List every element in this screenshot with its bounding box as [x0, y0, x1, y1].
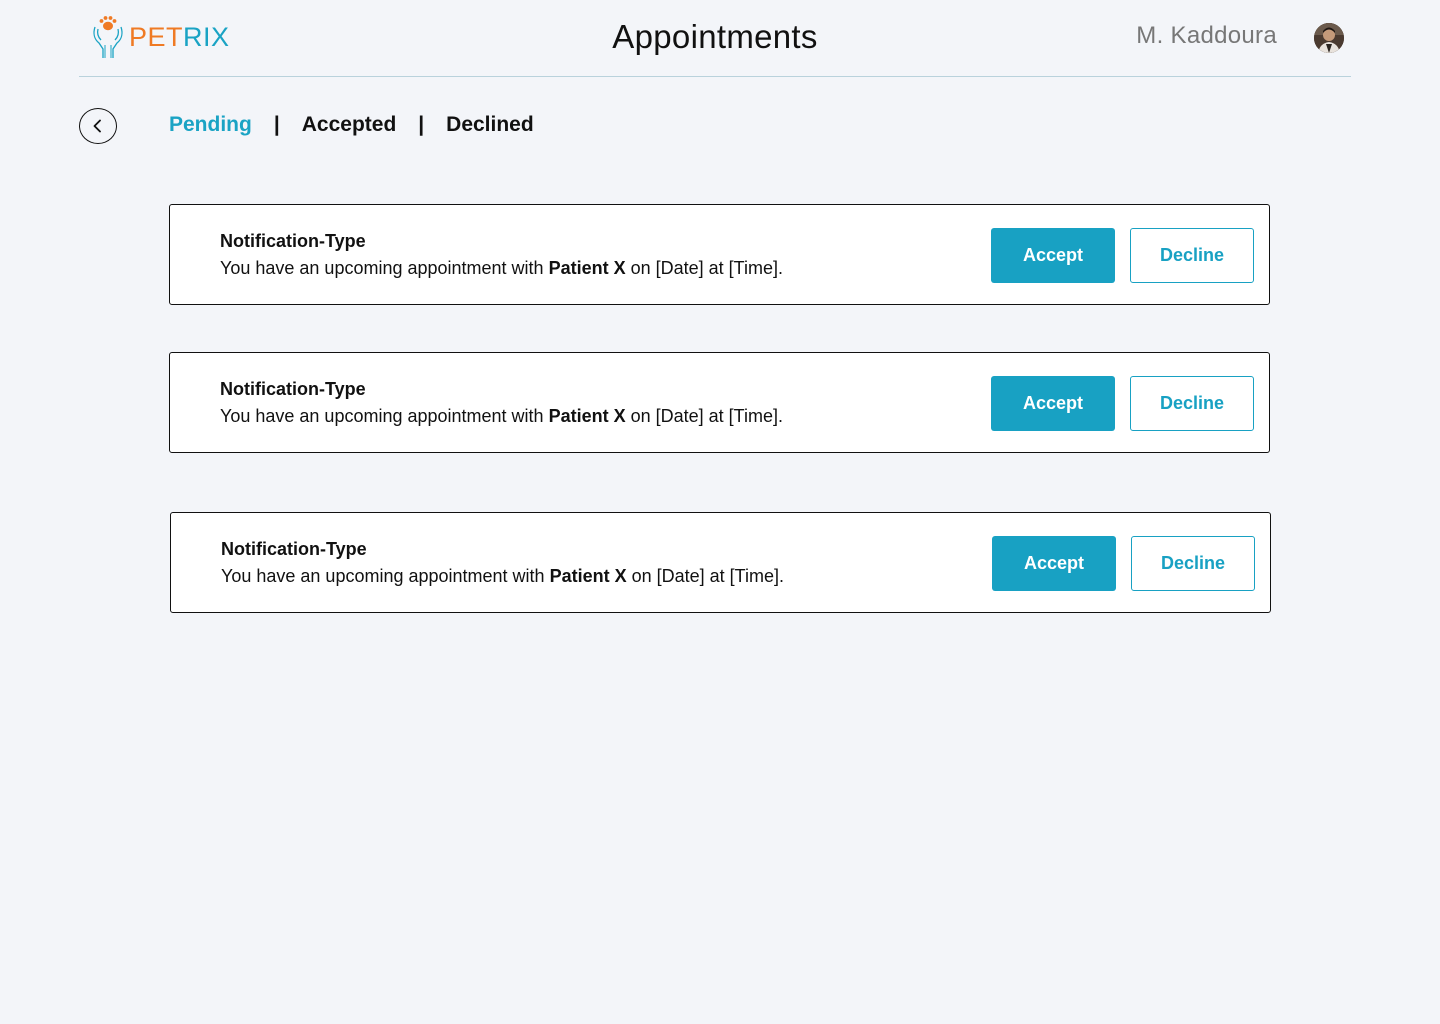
notification-message: You have an upcoming appointment with Pa… [220, 406, 783, 427]
status-tabs: Pending | Accepted | Declined [169, 113, 534, 137]
message-text: You have an upcoming appointment with [220, 258, 544, 278]
accept-button[interactable]: Accept [991, 228, 1115, 283]
patient-name: Patient X [548, 406, 626, 426]
chevron-left-icon [93, 119, 101, 133]
notification-type: Notification-Type [221, 539, 367, 559]
patient-name: Patient X [548, 258, 626, 278]
user-avatar[interactable] [1314, 23, 1344, 53]
decline-button[interactable]: Decline [1130, 376, 1254, 431]
notification-type: Notification-Type [220, 231, 366, 251]
accept-button[interactable]: Accept [991, 376, 1115, 431]
tab-separator: | [273, 113, 280, 136]
decline-button[interactable]: Decline [1131, 536, 1255, 591]
notification-card: Notification-Type You have an upcoming a… [169, 352, 1270, 453]
message-text: on [Date] at [Time]. [631, 566, 785, 586]
notification-message: You have an upcoming appointment with Pa… [221, 566, 784, 587]
top-header: PETRIX Appointments M. Kaddoura [79, 0, 1351, 77]
message-text: on [Date] at [Time]. [630, 258, 784, 278]
user-name[interactable]: M. Kaddoura [1136, 22, 1277, 50]
notification-card: Notification-Type You have an upcoming a… [170, 512, 1271, 613]
decline-button[interactable]: Decline [1130, 228, 1254, 283]
message-text: You have an upcoming appointment with [220, 406, 544, 426]
back-button[interactable] [79, 108, 117, 144]
notification-type: Notification-Type [220, 379, 366, 399]
tab-accepted[interactable]: Accepted [302, 113, 397, 137]
tab-pending[interactable]: Pending [169, 113, 252, 137]
avatar-photo-icon [1314, 23, 1344, 53]
appointments-page: PETRIX Appointments M. Kaddoura Pending … [0, 0, 1440, 1024]
tab-separator: | [418, 113, 425, 136]
tab-declined[interactable]: Declined [446, 113, 534, 137]
patient-name: Patient X [549, 566, 627, 586]
message-text: on [Date] at [Time]. [630, 406, 784, 426]
message-text: You have an upcoming appointment with [221, 566, 545, 586]
accept-button[interactable]: Accept [992, 536, 1116, 591]
notification-message: You have an upcoming appointment with Pa… [220, 258, 783, 279]
notification-card: Notification-Type You have an upcoming a… [169, 204, 1270, 305]
